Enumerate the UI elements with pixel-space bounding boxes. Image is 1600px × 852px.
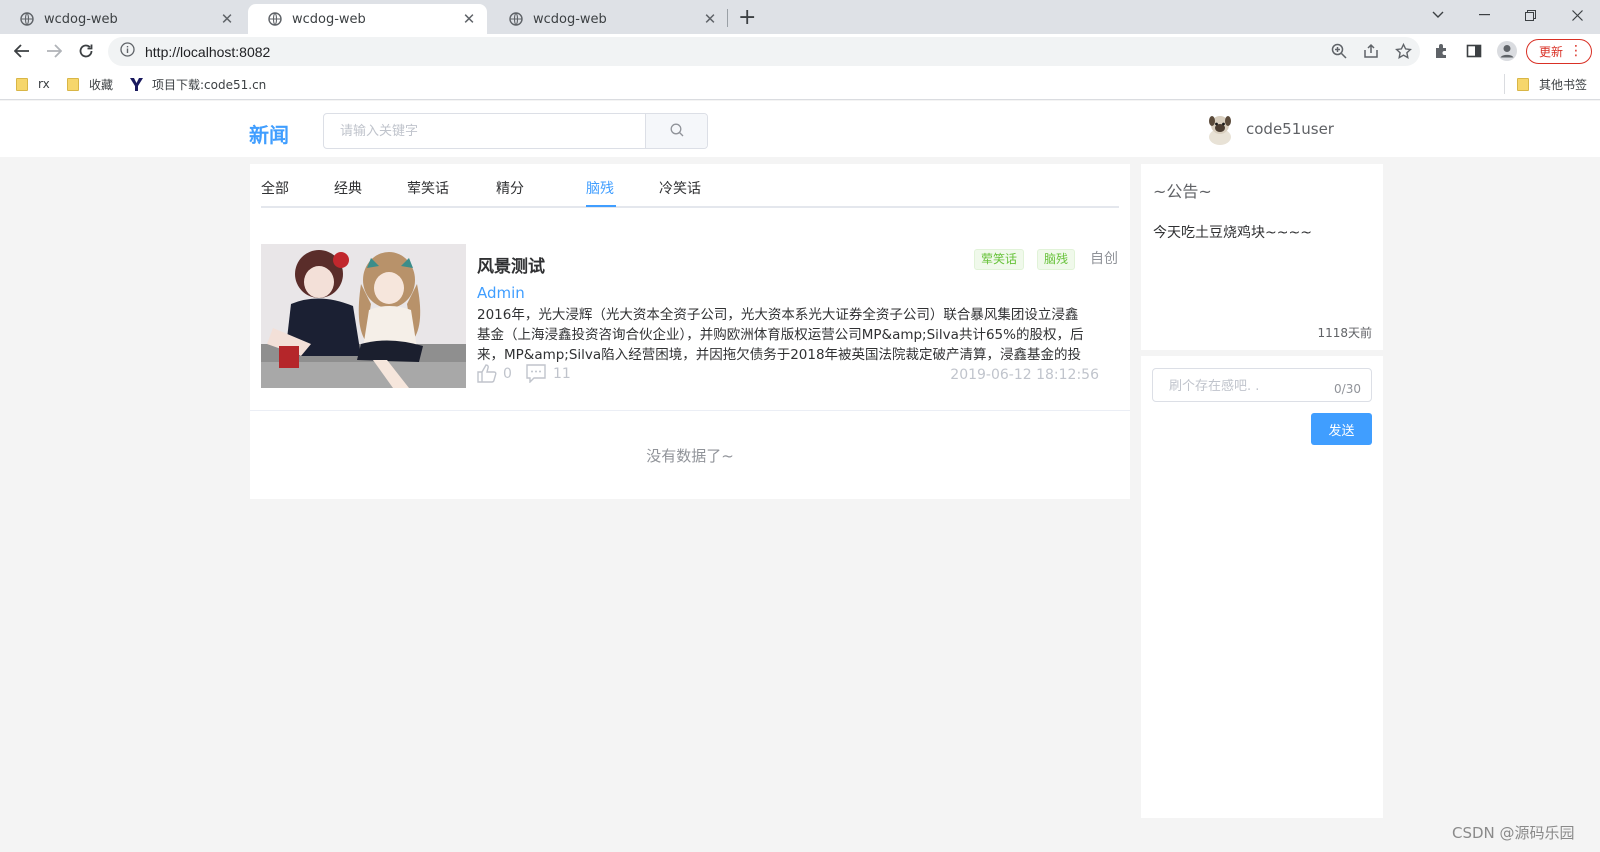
post-summary: 2016年，光大浸辉（光大资本全资子公司，光大资本系光大证券全资子公司）联合暴风… — [477, 307, 1084, 363]
tab-separator — [727, 9, 728, 27]
composer-field: 0/30 — [1152, 368, 1372, 402]
bookmark-label: 收藏 — [89, 77, 114, 92]
comment-icon — [526, 364, 546, 383]
url-text: http://localhost:8082 — [145, 43, 271, 60]
tab-cold-jokes[interactable]: 冷笑话 — [659, 178, 701, 198]
folder-icon — [67, 77, 79, 91]
post-stats: 0 11 2019-06-12 18:12:56 — [477, 364, 1099, 388]
bookmark-rx[interactable]: rx — [16, 75, 50, 93]
profile-avatar-icon[interactable] — [1496, 40, 1518, 62]
address-bar[interactable]: http://localhost:8082 — [108, 37, 1420, 66]
forward-arrow-icon[interactable] — [42, 40, 66, 62]
site-logo[interactable]: 新闻 — [249, 119, 289, 148]
browser-toolbar: http://localhost:8082 更新 ⋮ — [0, 34, 1600, 68]
bookmarks-separator — [1504, 74, 1505, 94]
folder-icon — [16, 77, 28, 91]
bookmark-label: 其他书签 — [1539, 77, 1588, 92]
search-input[interactable] — [324, 114, 645, 148]
thumbs-up-icon — [477, 364, 497, 383]
composer-card: 0/30 发送 — [1141, 356, 1383, 818]
post-author[interactable]: Admin — [477, 284, 525, 302]
browser-tab-3[interactable]: wcdog-web ✕ — [489, 4, 728, 34]
bookmark-code51[interactable]: 项目下载:code51.cn — [129, 75, 266, 93]
update-label: 更新 — [1539, 45, 1564, 59]
side-panel-icon[interactable] — [1465, 42, 1483, 60]
y-logo-icon — [129, 77, 144, 92]
list-divider — [250, 410, 1130, 411]
browser-tab-1[interactable]: wcdog-web ✕ — [0, 4, 245, 34]
notice-card: ~公告~ 今天吃土豆烧鸡块~~~~ 1118天前 — [1141, 164, 1383, 350]
site-header: 新闻 code51user — [0, 101, 1600, 157]
comment-count: 11 — [553, 365, 571, 382]
tab-search-chevron-icon[interactable] — [1415, 0, 1461, 30]
browser-tab-2[interactable]: wcdog-web ✕ — [248, 4, 487, 34]
bookmark-other[interactable]: 其他书签 — [1517, 75, 1587, 93]
bookmark-star-icon[interactable] — [1394, 42, 1412, 60]
search-button[interactable] — [645, 114, 707, 148]
browser-tab-bar: wcdog-web ✕ wcdog-web ✕ wcdog-web ✕ + — [0, 0, 1600, 34]
list-item[interactable]: 风景测试 荤笑话 脑残 自创 Admin 2016年，光大浸辉（光大资本全资子公… — [261, 244, 1119, 388]
avatar — [1206, 113, 1234, 145]
bookmark-label: rx — [38, 77, 50, 91]
notice-content: 今天吃土豆烧鸡块~~~~ — [1153, 225, 1312, 241]
news-list-card: 全部 经典 荤笑话 精分 脑残 冷笑话 风景测试 荤笑话 脑残 自创 Admin… — [250, 164, 1130, 499]
watermark: CSDN @源码乐园 — [1452, 824, 1575, 842]
globe-icon — [509, 12, 523, 26]
minimize-icon[interactable] — [1461, 0, 1507, 30]
tab-title: wcdog-web — [533, 11, 607, 27]
tab-split-personality[interactable]: 精分 — [496, 178, 524, 198]
search-icon — [670, 122, 684, 141]
bookmark-favorites[interactable]: 收藏 — [67, 75, 113, 93]
send-button[interactable]: 发送 — [1311, 413, 1372, 445]
notice-time: 1118天前 — [1317, 326, 1372, 340]
like-count: 0 — [503, 365, 512, 382]
back-arrow-icon[interactable] — [10, 40, 34, 62]
notice-title: ~公告~ — [1153, 182, 1212, 201]
tag-badge[interactable]: 荤笑话 — [974, 249, 1025, 270]
menu-dots-icon: ⋮ — [1569, 43, 1583, 59]
tab-all[interactable]: 全部 — [261, 178, 289, 198]
zoom-icon[interactable] — [1330, 42, 1348, 60]
update-button[interactable]: 更新 ⋮ — [1526, 39, 1592, 64]
category-tabs: 全部 经典 荤笑话 精分 脑残 冷笑话 — [261, 164, 1119, 208]
reload-icon[interactable] — [74, 40, 98, 62]
globe-icon — [20, 12, 34, 26]
restore-icon[interactable] — [1507, 0, 1553, 30]
post-title[interactable]: 风景测试 — [477, 252, 545, 277]
window-close-icon[interactable] — [1554, 0, 1600, 30]
bookmark-label: 项目下载:code51.cn — [152, 77, 267, 92]
like-button[interactable]: 0 — [477, 364, 512, 383]
close-icon[interactable]: ✕ — [461, 10, 477, 28]
user-menu[interactable]: code51user — [1206, 113, 1334, 145]
close-icon[interactable]: ✕ — [219, 10, 235, 28]
comment-button[interactable]: 11 — [525, 364, 571, 383]
tab-title: wcdog-web — [292, 11, 366, 27]
folder-icon — [1517, 77, 1529, 91]
origin-label: 自创 — [1090, 251, 1118, 267]
tab-brainless[interactable]: 脑残 — [586, 178, 614, 198]
username: code51user — [1246, 120, 1334, 138]
post-time: 2019-06-12 18:12:56 — [950, 367, 1099, 383]
globe-icon — [268, 12, 282, 26]
close-icon[interactable]: ✕ — [702, 10, 718, 28]
active-tab-indicator — [586, 205, 616, 207]
bookmarks-bar: rx 收藏 项目下载:code51.cn 其他书签 — [0, 68, 1600, 100]
tab-dirty-jokes[interactable]: 荤笑话 — [407, 178, 449, 198]
tab-classic[interactable]: 经典 — [334, 178, 362, 198]
no-more-data-text: 没有数据了~ — [646, 447, 734, 465]
char-count: 0/30 — [1334, 382, 1361, 396]
post-thumbnail[interactable] — [261, 244, 466, 388]
tag-badge[interactable]: 脑残 — [1037, 249, 1076, 270]
search-box — [323, 113, 708, 149]
extensions-puzzle-icon[interactable] — [1432, 42, 1450, 60]
info-icon[interactable] — [120, 42, 135, 61]
new-tab-plus-icon[interactable]: + — [738, 4, 756, 32]
share-icon[interactable] — [1362, 42, 1380, 60]
tab-title: wcdog-web — [44, 11, 118, 27]
